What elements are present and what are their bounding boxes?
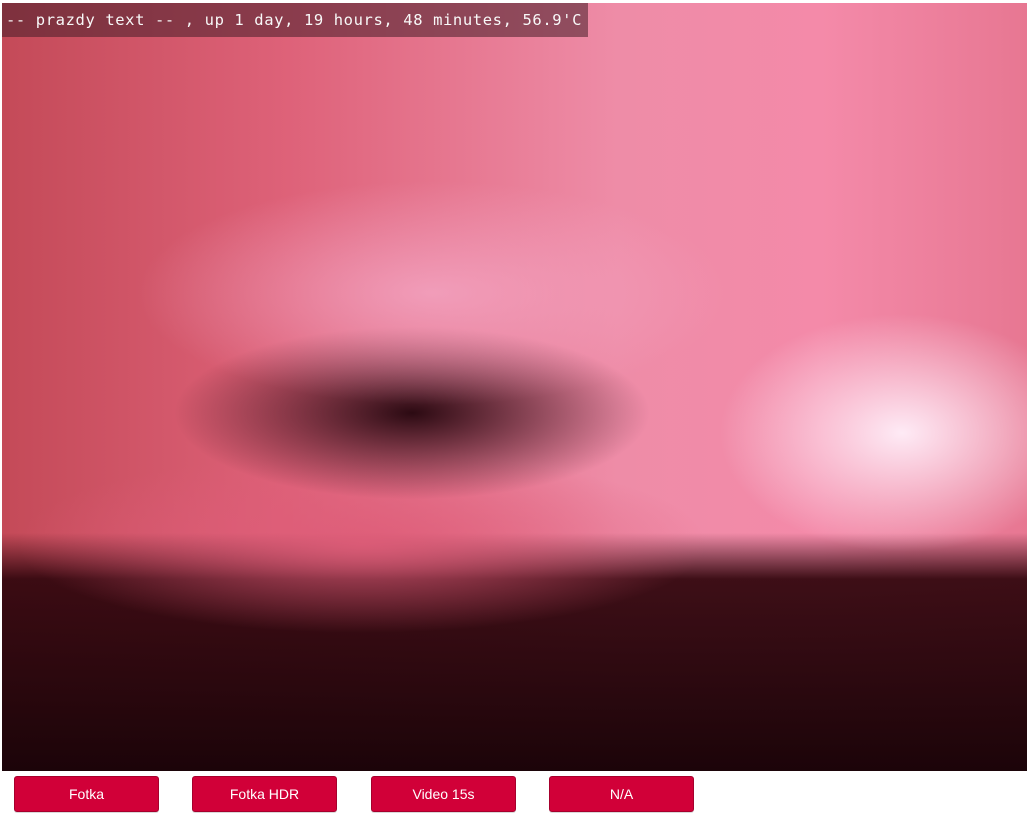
photo-hdr-button[interactable]: Fotka HDR [192,776,337,812]
camera-preview: -- prazdy text -- , up 1 day, 19 hours, … [2,3,1027,771]
photo-button[interactable]: Fotka [14,776,159,812]
na-button[interactable]: N/A [549,776,694,812]
camera-controls: Fotka Fotka HDR Video 15s N/A [14,776,714,816]
status-overlay: -- prazdy text -- , up 1 day, 19 hours, … [2,3,589,37]
video-15s-button[interactable]: Video 15s [371,776,516,812]
page: -- prazdy text -- , up 1 day, 19 hours, … [0,0,1030,819]
